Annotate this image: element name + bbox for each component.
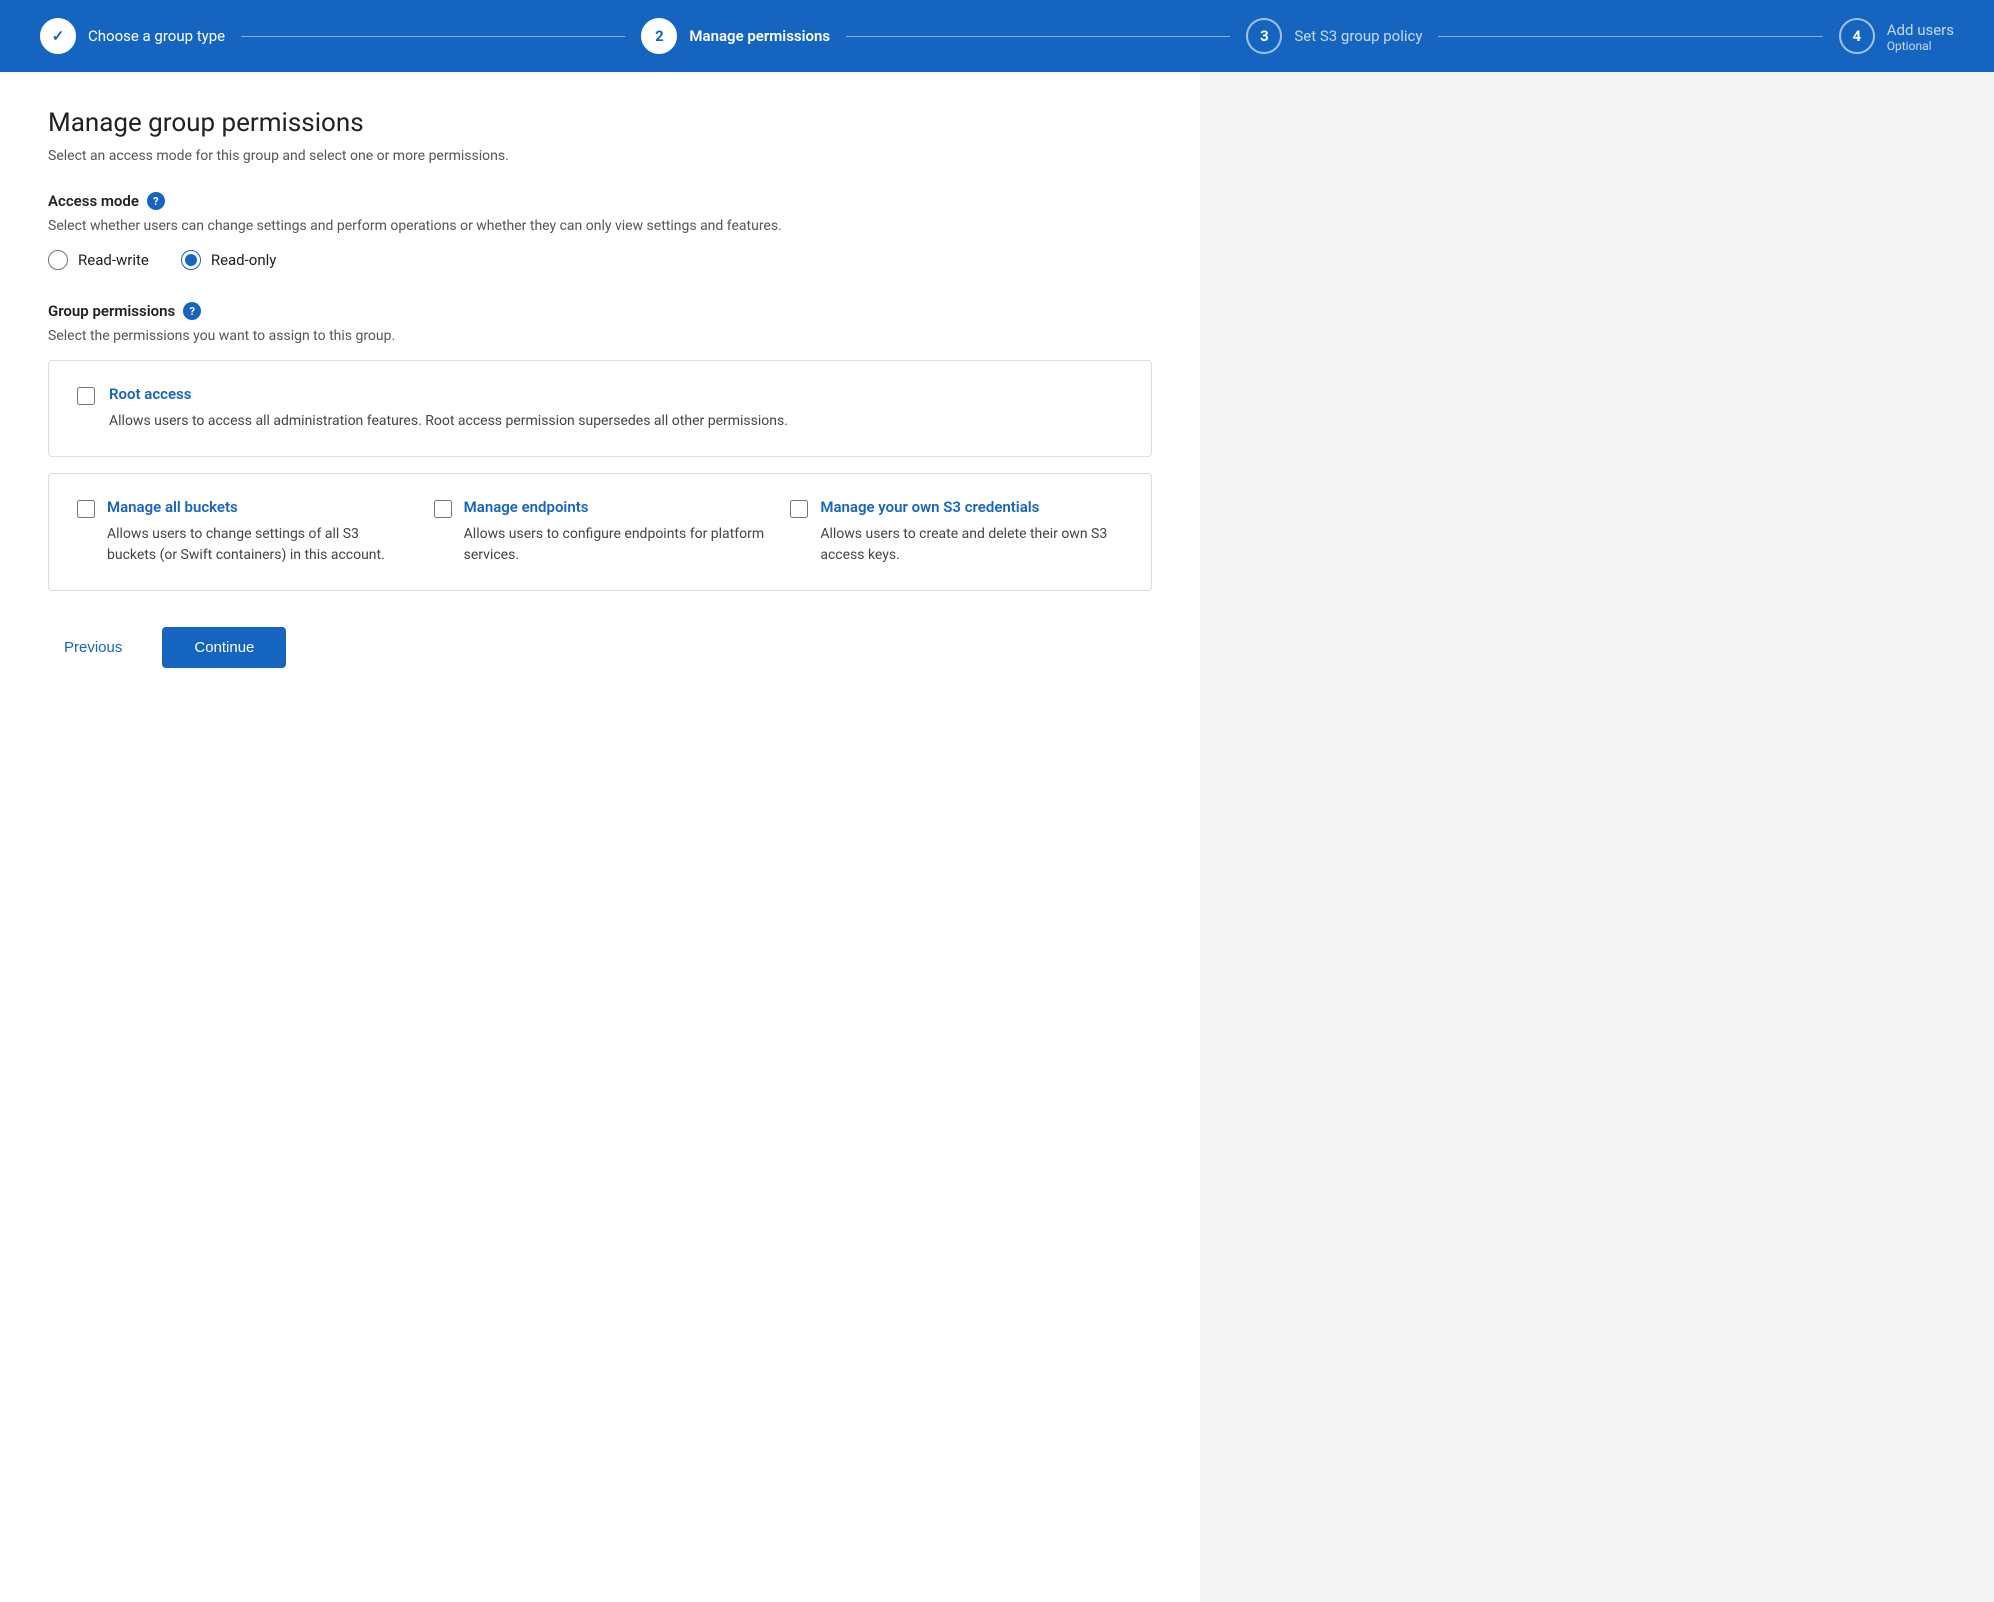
root-access-box: Root access Allows users to access all a… <box>48 360 1152 457</box>
manage-buckets-title: Manage all buckets <box>107 498 410 516</box>
access-mode-help-icon[interactable]: ? <box>147 192 165 210</box>
manage-s3-credentials-description: Allows users to create and delete their … <box>820 524 1123 566</box>
access-mode-description: Select whether users can change settings… <box>48 218 1152 234</box>
manage-endpoints-checkbox[interactable] <box>434 500 452 518</box>
root-access-content: Root access Allows users to access all a… <box>109 385 788 432</box>
wizard-header: ✓ Choose a group type 2 Manage permissio… <box>0 0 1994 72</box>
step-1-circle: ✓ <box>40 18 76 54</box>
root-access-description: Allows users to access all administratio… <box>109 411 788 432</box>
manage-endpoints-item: Manage endpoints Allows users to configu… <box>434 498 767 566</box>
root-access-title: Root access <box>109 385 788 403</box>
step-2-circle: 2 <box>641 18 677 54</box>
manage-buckets-description: Allows users to change settings of all S… <box>107 524 410 566</box>
main-content: Manage group permissions Select an acces… <box>0 72 1200 1602</box>
group-permissions-description: Select the permissions you want to assig… <box>48 328 1152 344</box>
step-2-label: Manage permissions <box>689 27 830 45</box>
step-1-label: Choose a group type <box>88 27 225 45</box>
step-4-label: Add users <box>1887 21 1954 39</box>
radio-read-only[interactable]: Read-only <box>181 250 277 270</box>
step-4-circle: 4 <box>1839 18 1875 54</box>
root-access-item: Root access Allows users to access all a… <box>77 385 1123 432</box>
step-3-label: Set S3 group policy <box>1294 27 1422 45</box>
manage-buckets-checkbox[interactable] <box>77 500 95 518</box>
radio-read-only-label: Read-only <box>211 251 277 269</box>
wizard-step-1: ✓ Choose a group type <box>40 18 225 54</box>
radio-read-write-label: Read-write <box>78 251 149 269</box>
wizard-step-3: 3 Set S3 group policy <box>1246 18 1422 54</box>
radio-read-write[interactable]: Read-write <box>48 250 149 270</box>
page-description: Select an access mode for this group and… <box>48 148 1152 164</box>
wizard-step-2: 2 Manage permissions <box>641 18 830 54</box>
group-permissions-section: Group permissions ? Select the permissio… <box>48 302 1152 591</box>
access-mode-title: Access mode ? <box>48 192 1152 210</box>
access-mode-radio-group: Read-write Read-only <box>48 250 1152 270</box>
manage-endpoints-description: Allows users to configure endpoints for … <box>464 524 767 566</box>
wizard-step-4: 4 Add users Optional <box>1839 18 1954 54</box>
group-permissions-help-icon[interactable]: ? <box>183 302 201 320</box>
manage-s3-credentials-checkbox[interactable] <box>790 500 808 518</box>
root-access-checkbox[interactable] <box>77 387 95 405</box>
step-4-sublabel: Optional <box>1887 39 1954 53</box>
group-permissions-title: Group permissions ? <box>48 302 1152 320</box>
step-3-circle: 3 <box>1246 18 1282 54</box>
step-connector-1-2 <box>241 36 625 37</box>
step-connector-2-3 <box>846 36 1230 37</box>
page-title: Manage group permissions <box>48 108 1152 138</box>
manage-s3-credentials-title: Manage your own S3 credentials <box>820 498 1123 516</box>
radio-read-write-input[interactable] <box>48 250 68 270</box>
previous-button[interactable]: Previous <box>48 629 138 666</box>
other-permissions-grid: Manage all buckets Allows users to chang… <box>77 498 1123 566</box>
radio-read-only-input[interactable] <box>181 250 201 270</box>
manage-endpoints-title: Manage endpoints <box>464 498 767 516</box>
footer: Previous Continue <box>48 627 1152 688</box>
continue-button[interactable]: Continue <box>162 627 286 668</box>
access-mode-section: Access mode ? Select whether users can c… <box>48 192 1152 270</box>
manage-buckets-item: Manage all buckets Allows users to chang… <box>77 498 410 566</box>
other-permissions-box: Manage all buckets Allows users to chang… <box>48 473 1152 591</box>
step-connector-3-4 <box>1438 36 1822 37</box>
manage-s3-credentials-item: Manage your own S3 credentials Allows us… <box>790 498 1123 566</box>
